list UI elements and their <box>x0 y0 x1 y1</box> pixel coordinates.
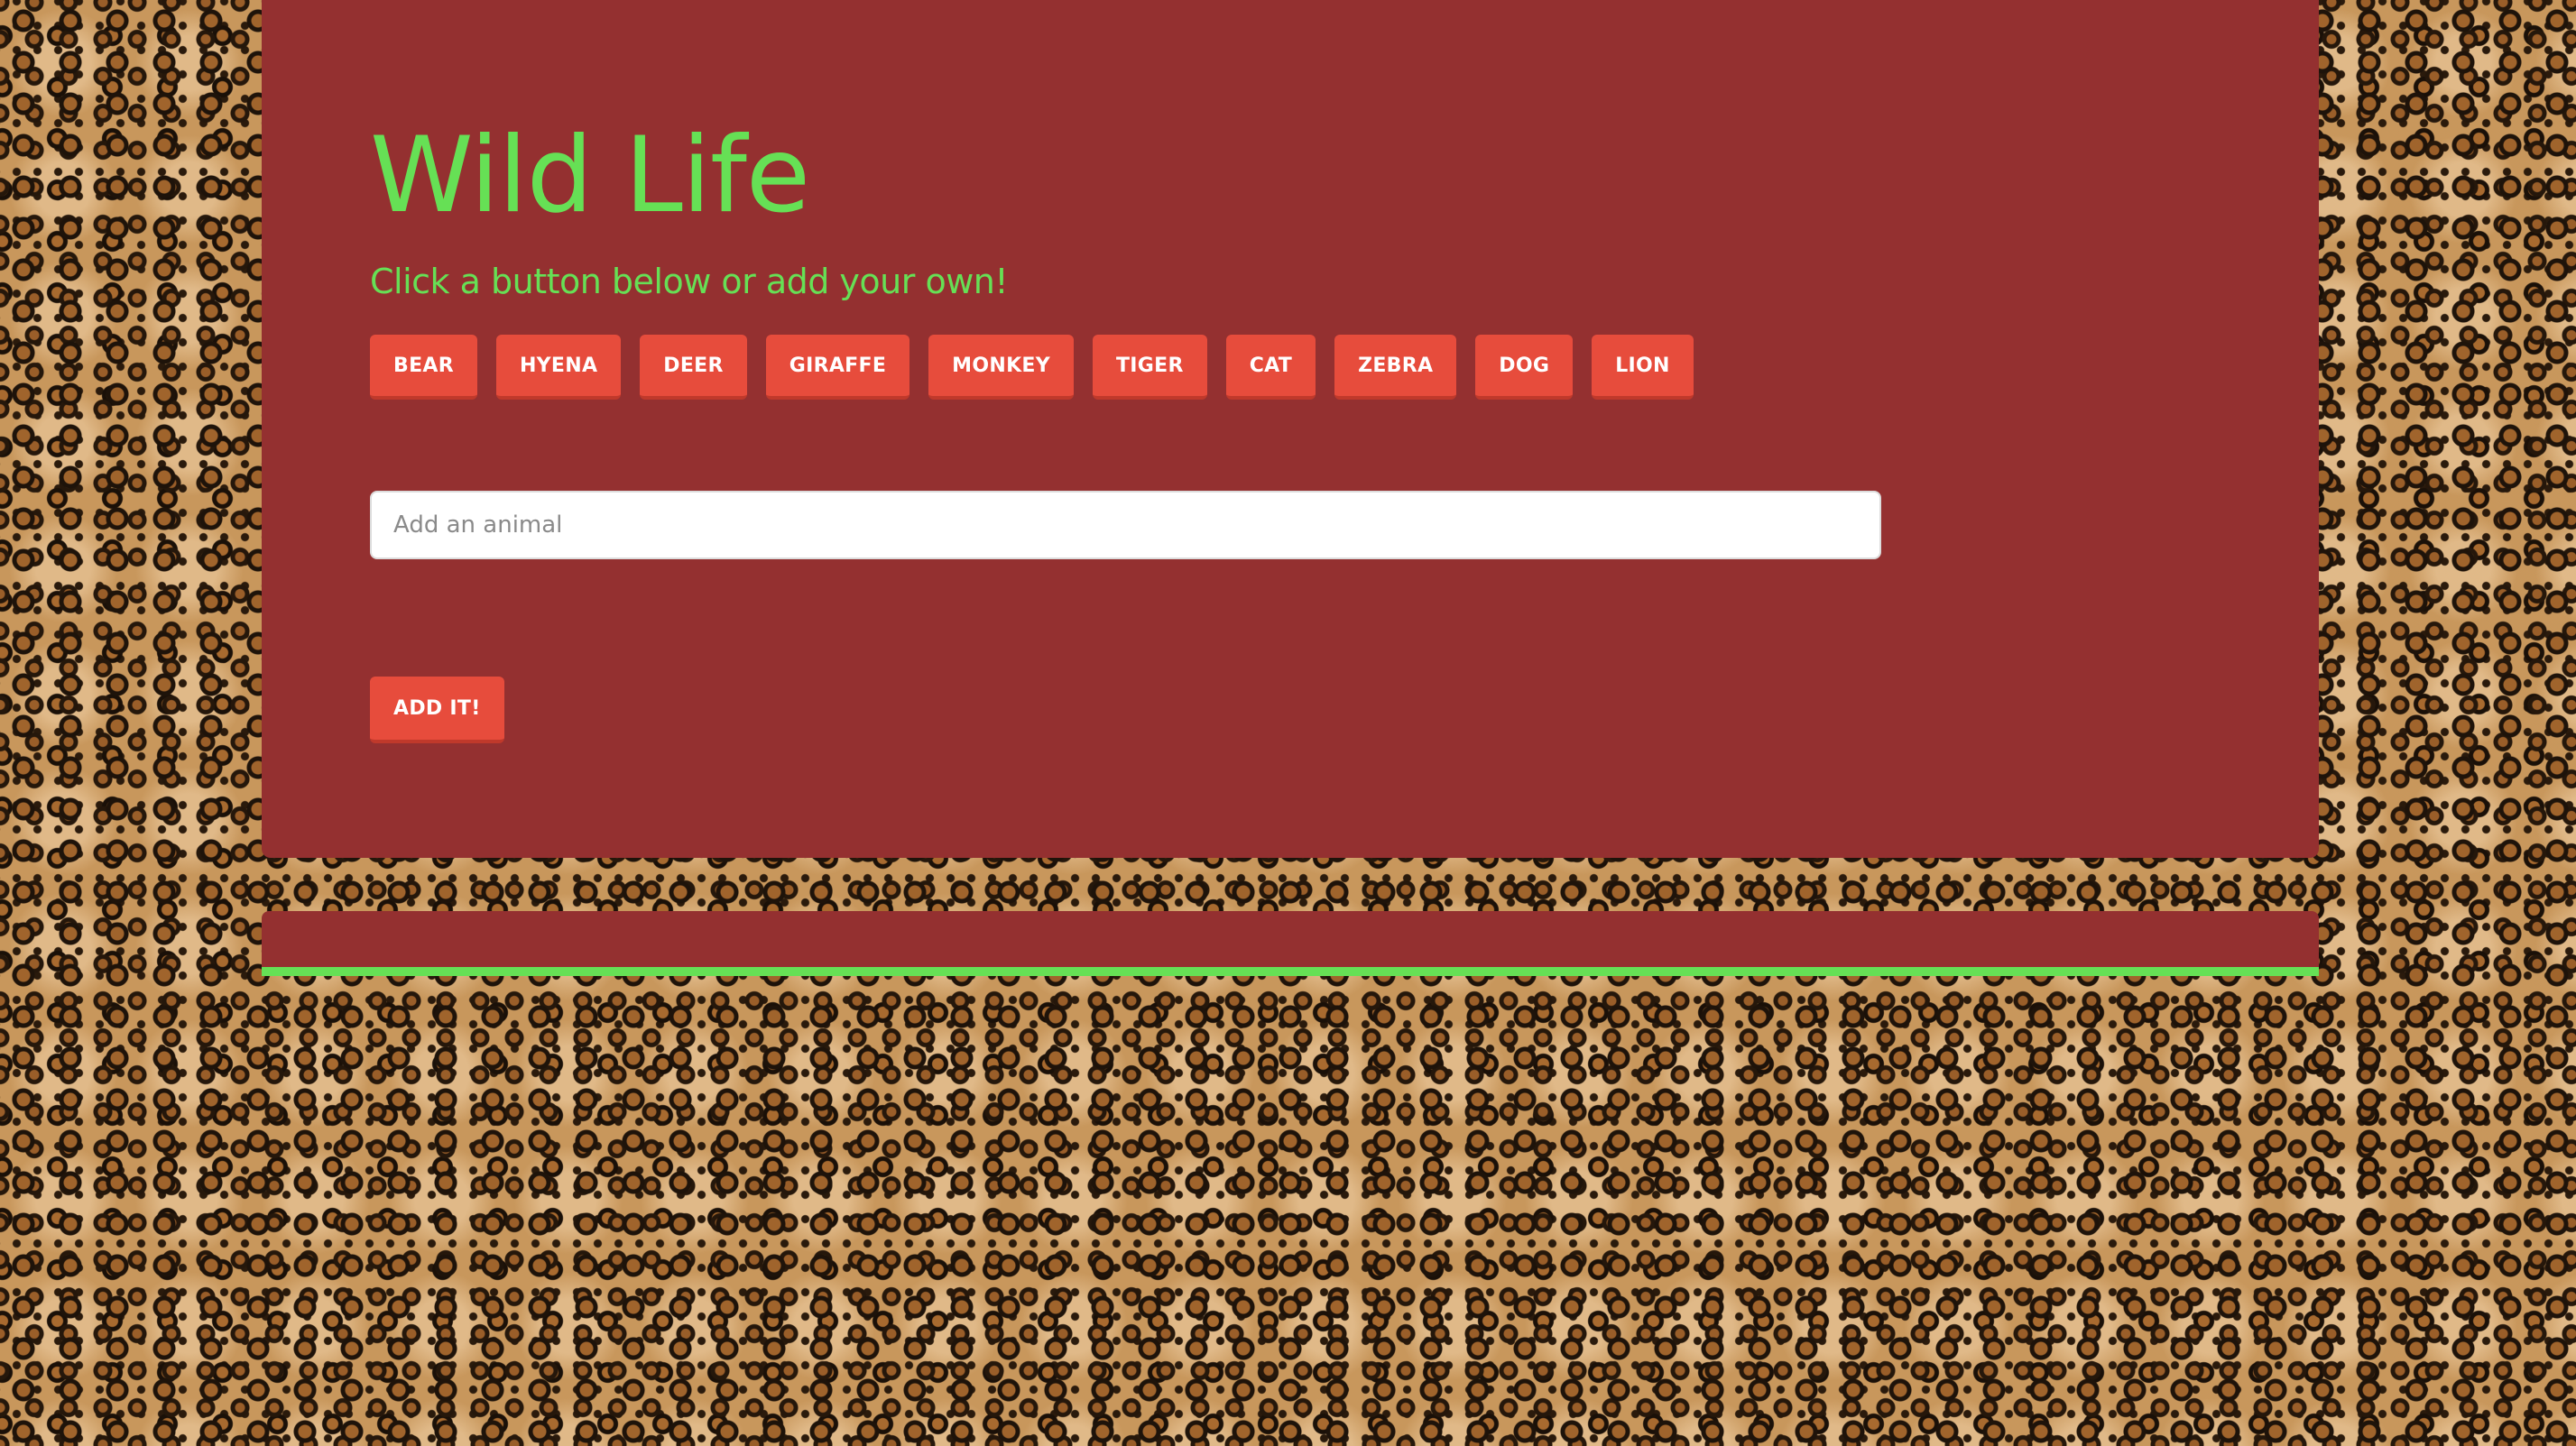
animal-button-lion[interactable]: LION <box>1592 335 1694 400</box>
animal-button-dog[interactable]: DOG <box>1475 335 1574 400</box>
gif-results-bar <box>262 911 2319 976</box>
header-panel: Wild Life Click a button below or add yo… <box>262 0 2319 858</box>
animal-button-hyena[interactable]: HYENA <box>495 335 622 400</box>
page-title: Wild Life <box>370 115 810 236</box>
add-it-button[interactable]: ADD IT! <box>370 677 504 743</box>
animal-button-deer[interactable]: DEER <box>640 335 747 400</box>
animal-button-group: BEAR HYENA DEER GIRAFFE MONKEY TIGER CAT… <box>370 335 1694 400</box>
animal-button-giraffe[interactable]: GIRAFFE <box>765 335 910 400</box>
animal-button-monkey[interactable]: MONKEY <box>928 335 1074 400</box>
animal-button-cat[interactable]: CAT <box>1225 335 1316 400</box>
page-subtitle: Click a button below or add your own! <box>370 262 1009 301</box>
animal-button-bear[interactable]: BEAR <box>370 335 477 400</box>
animal-button-tiger[interactable]: TIGER <box>1092 335 1207 400</box>
add-animal-input[interactable] <box>370 491 1881 559</box>
animal-button-zebra[interactable]: ZEBRA <box>1334 335 1457 400</box>
